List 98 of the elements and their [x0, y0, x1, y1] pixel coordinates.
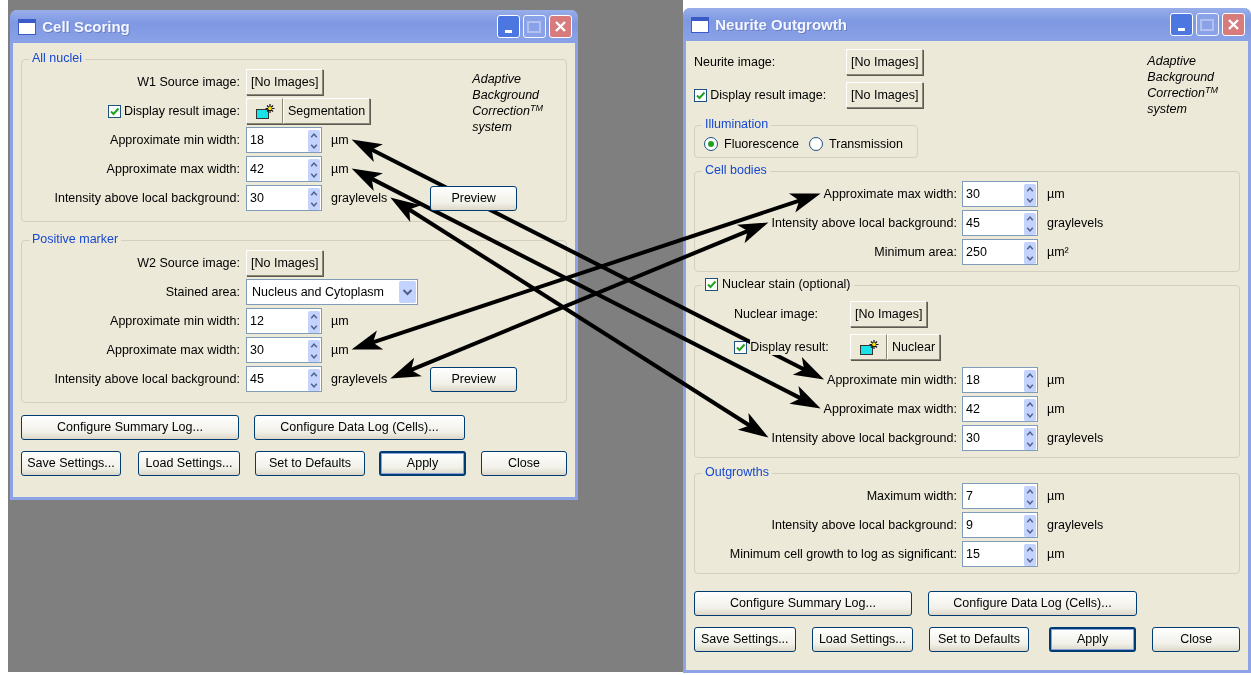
unit-label: µm — [1047, 401, 1065, 417]
unit-label: graylevels — [1047, 215, 1104, 231]
field-label: Intensity above local background: — [770, 430, 957, 446]
field-label: Approximate max width: — [822, 401, 957, 417]
dialog-button[interactable]: Apply — [1048, 627, 1137, 652]
group-title: Outgrowths — [705, 465, 769, 480]
field-label: Intensity above local background: — [53, 371, 240, 387]
field-label: Minimum cell growth to log as significant: — [728, 546, 957, 562]
group-title: All nuclei — [32, 51, 83, 66]
checkbox[interactable] — [734, 340, 747, 354]
field-label: Stained area: — [164, 284, 240, 300]
close-button[interactable] — [1222, 13, 1245, 36]
radio-button[interactable] — [704, 137, 718, 151]
close-button[interactable] — [549, 15, 572, 38]
field-label: Approximate max width: — [822, 186, 957, 202]
dialog-button[interactable]: Load Settings... — [811, 627, 914, 652]
unit-label: µm — [1047, 186, 1065, 202]
image-select-button[interactable]: [No Images] — [846, 82, 924, 108]
dialog-button[interactable]: Set to Defaults — [929, 627, 1029, 652]
checkbox-label: Nuclear stain (optional) — [722, 277, 851, 292]
unit-label: µm — [331, 132, 349, 148]
dialog-button[interactable]: Save Settings... — [21, 451, 121, 476]
field-label: Intensity above local background: — [770, 517, 957, 533]
field-label: Intensity above local background: — [53, 190, 240, 206]
group-title: Illumination — [705, 117, 769, 132]
dialog-button[interactable]: Set to Defaults — [255, 451, 365, 476]
field-label: Minimum area: — [873, 244, 957, 260]
checkbox-label: Display result image: — [710, 87, 827, 103]
unit-label: graylevels — [331, 190, 388, 206]
field-label: Approximate max width: — [105, 342, 240, 358]
field-label: W2 Source image: — [136, 255, 240, 271]
field-label: Neurite image: — [694, 54, 777, 70]
logo-text: Adaptive Background Correction$^{TM}$ system — [1147, 53, 1218, 117]
radio-label: Fluorescence — [724, 136, 800, 152]
group-title: Cell bodies — [705, 163, 767, 178]
image-select-button[interactable]: Segmentation — [283, 98, 371, 124]
image-button[interactable] — [246, 98, 283, 124]
checkbox-label: Display result: — [750, 339, 829, 355]
checkbox[interactable] — [705, 278, 718, 291]
field-label: Approximate min width: — [109, 313, 240, 329]
radio-label: Transmission — [829, 136, 903, 152]
preview-button[interactable]: Preview — [430, 185, 517, 211]
image-select-button[interactable]: [No Images] — [246, 69, 324, 95]
dialog-button[interactable]: Configure Data Log (Cells)... — [254, 415, 465, 440]
window-icon — [691, 16, 709, 33]
chevron-down-icon — [399, 281, 416, 303]
unit-label: graylevels — [1047, 517, 1104, 533]
image-button[interactable] — [850, 334, 887, 360]
window-title: Neurite Outgrowth — [715, 15, 847, 34]
minimize-icon — [1177, 28, 1185, 31]
unit-label: µm — [331, 342, 349, 358]
dialog-button[interactable]: Configure Summary Log... — [21, 415, 239, 440]
dialog-button[interactable]: Apply — [379, 451, 466, 476]
minimize-button[interactable] — [1169, 13, 1193, 36]
sparkle-image-icon — [254, 102, 275, 120]
dropdown-value: Nucleus and Cytoplasm — [252, 284, 384, 300]
close-icon — [554, 20, 567, 33]
checkbox-label: Display result image: — [124, 103, 240, 119]
unit-label: µm — [1047, 488, 1065, 504]
field-label: Nuclear image: — [734, 306, 820, 322]
field-label: Approximate min width: — [109, 132, 240, 148]
dialog-button[interactable]: Save Settings... — [694, 627, 796, 652]
image-select-button[interactable]: [No Images] — [850, 301, 928, 327]
field-label: Maximum width: — [865, 488, 957, 504]
dialog-button[interactable]: Configure Data Log (Cells)... — [928, 591, 1137, 616]
window-icon — [18, 18, 36, 35]
unit-label: graylevels — [1047, 430, 1104, 446]
minimize-button[interactable] — [496, 15, 520, 38]
image-select-button[interactable]: Nuclear — [887, 334, 941, 360]
unit-label: µm — [1047, 546, 1065, 562]
dialog-button[interactable]: Load Settings... — [138, 451, 240, 476]
group-title: Positive marker — [32, 232, 119, 247]
close-icon — [1227, 18, 1240, 31]
image-select-button[interactable]: [No Images] — [846, 49, 924, 75]
unit-label: graylevels — [331, 371, 388, 387]
radio-button[interactable] — [809, 137, 824, 151]
unit-label: µm² — [1047, 244, 1069, 260]
unit-label: µm — [331, 313, 349, 329]
field-label: Intensity above local background: — [770, 215, 957, 231]
dropdown[interactable]: Nucleus and Cytoplasm — [246, 279, 418, 305]
field-label: W1 Source image: — [136, 74, 240, 90]
dialog-button[interactable]: Close — [1152, 627, 1240, 652]
minimize-icon — [504, 30, 512, 33]
maximize-icon — [1200, 18, 1215, 31]
checkbox[interactable] — [107, 104, 121, 118]
unit-label: µm — [1047, 372, 1065, 388]
dialog-button[interactable]: Close — [481, 451, 567, 476]
maximize-icon — [527, 20, 542, 33]
logo-text: Adaptive Background Correction$^{TM}$ system — [472, 71, 543, 135]
dialog-button[interactable]: Configure Summary Log... — [694, 591, 912, 616]
image-select-button[interactable]: [No Images] — [246, 250, 324, 276]
checkbox[interactable] — [694, 88, 707, 102]
window-title: Cell Scoring — [42, 17, 130, 36]
field-label: Approximate max width: — [105, 161, 240, 177]
preview-button[interactable]: Preview — [430, 366, 517, 392]
sparkle-image-icon — [858, 338, 879, 356]
unit-label: µm — [331, 161, 349, 177]
field-label: Approximate min width: — [826, 372, 957, 388]
